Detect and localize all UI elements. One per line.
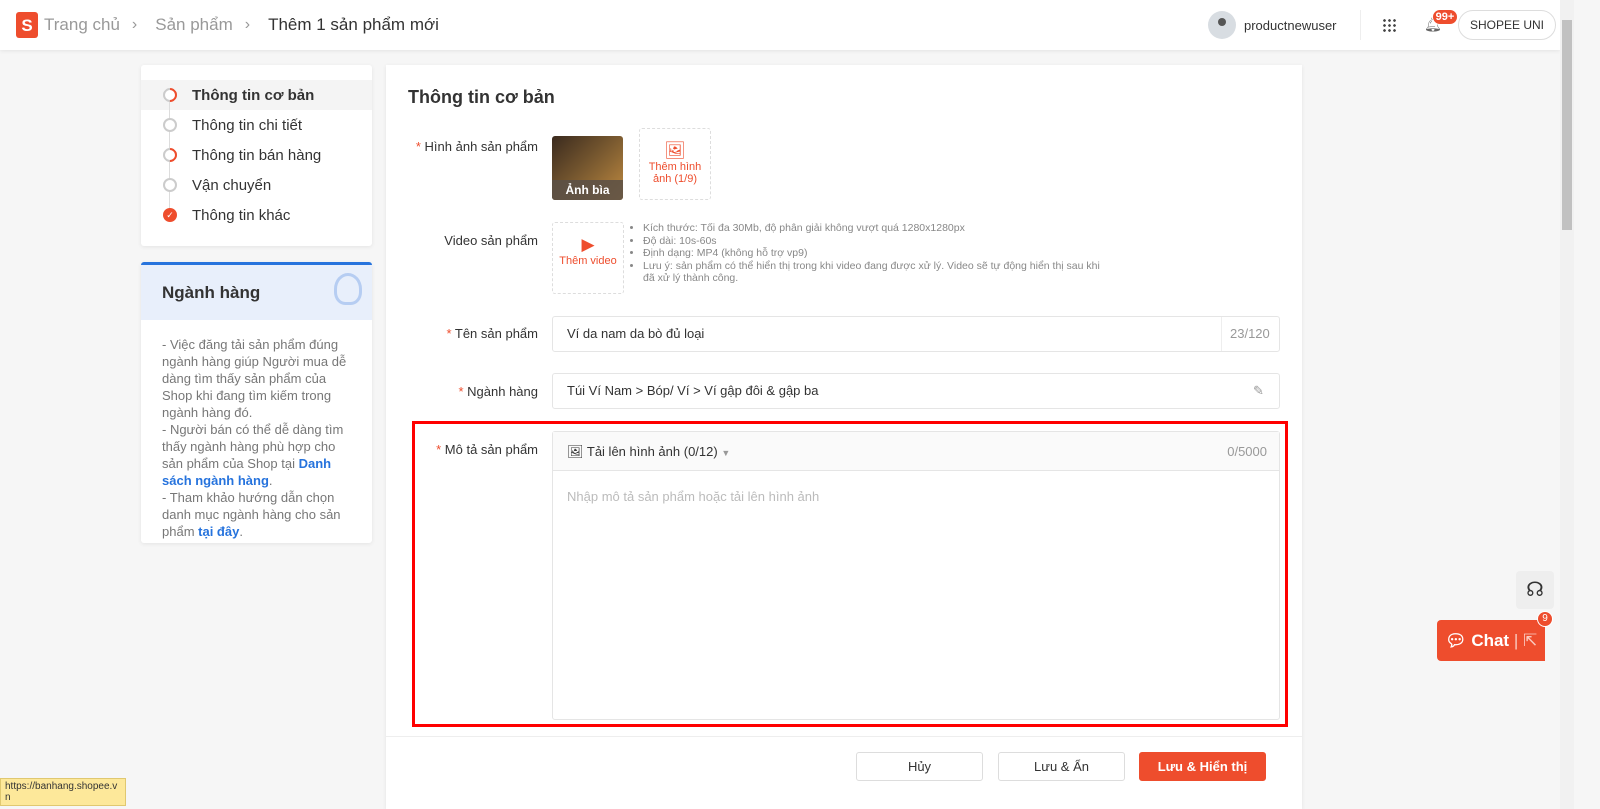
chat-badge: 9 — [1537, 611, 1553, 627]
shopee-uni-button[interactable]: SHOPEE UNI — [1458, 10, 1556, 40]
add-video-button[interactable]: ▶︎ Thêm video — [552, 222, 624, 294]
scrollbar-thumb[interactable] — [1562, 20, 1572, 230]
shopee-logo[interactable]: S — [16, 12, 38, 38]
lightbulb-icon — [334, 273, 362, 305]
step-label: Vận chuyển — [192, 176, 272, 194]
expand-icon[interactable]: | ⇱ — [1514, 631, 1537, 650]
product-name-input[interactable]: Ví da nam da bò đủ loại 23/120 — [552, 316, 1280, 352]
progress-icon — [160, 145, 180, 165]
video-requirements: Kích thước: Tối đa 30Mb, độ phân giải kh… — [631, 222, 1101, 285]
avatar — [1208, 11, 1236, 39]
step-label: Thông tin cơ bản — [192, 86, 315, 104]
chevron-right-icon: › — [131, 16, 138, 33]
save-publish-button[interactable]: Lưu & Hiển thị — [1139, 752, 1266, 781]
progress-icon — [160, 85, 180, 105]
tip-text-1: - Việc đăng tải sản phẩm đúng ngành hàng… — [162, 337, 347, 420]
add-video-icon: ▶︎ — [581, 235, 595, 254]
step-basic-info[interactable]: Thông tin cơ bản — [141, 80, 372, 110]
headset-support-icon[interactable]: ☊ — [1516, 571, 1554, 609]
username: productnewuser — [1244, 17, 1337, 33]
video-req-item: Định dạng: MP4 (không hỗ trợ vp9) — [643, 247, 1101, 260]
step-shipping[interactable]: Vận chuyển — [141, 170, 372, 200]
apps-grid-icon[interactable] — [1382, 18, 1396, 32]
video-req-item: Độ dài: 10s-60s — [643, 235, 1101, 248]
chat-icon: 💬︎ — [1445, 631, 1472, 650]
tip-title: Ngành hàng — [162, 283, 261, 302]
form-footer: Hủy Lưu & Ẩn Lưu & Hiển thị — [386, 736, 1302, 809]
scrollbar[interactable] — [1560, 0, 1574, 809]
video-label: Video sản phẩm — [444, 233, 538, 248]
cover-image[interactable]: Ảnh bìa — [552, 136, 623, 200]
chat-button[interactable]: 💬︎ Chat | ⇱ — [1437, 620, 1545, 661]
empty-circle-icon — [163, 118, 177, 132]
add-image-icon: 🖼︎ — [664, 141, 686, 160]
step-sales-info[interactable]: Thông tin bán hàng — [141, 140, 372, 170]
highlight-box — [412, 421, 1288, 727]
add-image-button[interactable]: 🖼︎ Thêm hình ảnh (1/9) — [639, 128, 711, 200]
tip-text-3: - Tham khảo hướng dẫn chọn danh mục ngàn… — [162, 490, 341, 539]
empty-circle-icon — [163, 178, 177, 192]
breadcrumb-current: Thêm 1 sản phẩm mới — [268, 15, 439, 34]
name-label: * Tên sản phẩm — [446, 326, 538, 341]
status-url: https://banhang.shopee.vn — [0, 778, 126, 806]
step-detail-info[interactable]: Thông tin chi tiết — [141, 110, 372, 140]
check-icon: ✓ — [163, 208, 177, 222]
chevron-right-icon: › — [244, 16, 251, 33]
cover-label: Ảnh bìa — [552, 180, 623, 200]
steps-panel: Thông tin cơ bản Thông tin chi tiết Thôn… — [141, 65, 372, 246]
category-tip-panel: Ngành hàng - Việc đăng tải sản phẩm đúng… — [141, 262, 372, 543]
breadcrumb-products[interactable]: Sản phẩm — [155, 15, 233, 35]
edit-pencil-icon[interactable]: ✎ — [1253, 374, 1269, 408]
step-label: Thông tin khác — [192, 206, 291, 224]
category-label: * Ngành hàng — [458, 384, 538, 399]
cancel-button[interactable]: Hủy — [856, 752, 983, 781]
user-menu[interactable]: productnewuser — [1208, 11, 1348, 39]
images-label: * Hình ảnh sản phẩm — [415, 139, 538, 154]
guide-link[interactable]: tại đây — [198, 524, 239, 539]
breadcrumb-home[interactable]: Trang chủ — [44, 15, 120, 35]
category-input[interactable]: Túi Ví Nam > Bóp/ Ví > Ví gập đôi & gập … — [552, 373, 1280, 409]
video-req-item: Kích thước: Tối đa 30Mb, độ phân giải kh… — [643, 222, 1101, 235]
divider — [1360, 10, 1361, 40]
section-title: Thông tin cơ bản — [408, 87, 555, 107]
step-label: Thông tin chi tiết — [192, 116, 303, 134]
save-hide-button[interactable]: Lưu & Ẩn — [998, 752, 1125, 781]
notification-badge: 99+ — [1432, 9, 1458, 25]
step-label: Thông tin bán hàng — [192, 146, 322, 164]
video-req-item: Lưu ý: sản phẩm có thể hiển thị trong kh… — [643, 260, 1101, 285]
step-other-info[interactable]: ✓ Thông tin khác — [141, 200, 372, 230]
name-char-count: 23/120 — [1221, 317, 1279, 351]
